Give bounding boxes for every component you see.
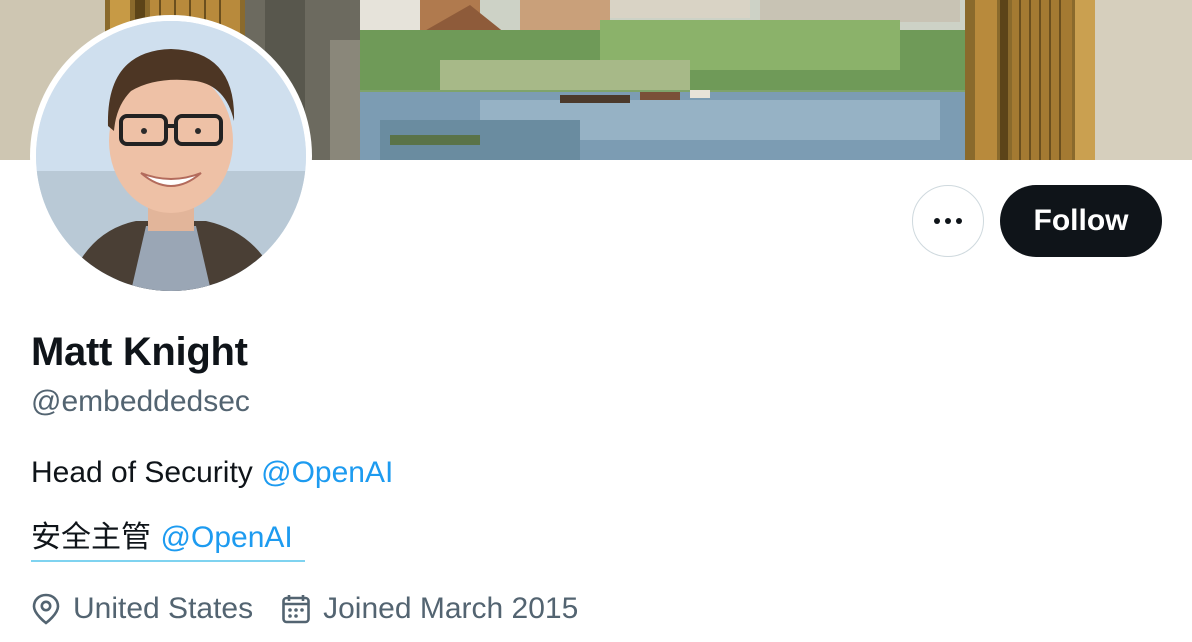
location-pin-icon [32,593,60,625]
bio-text-cjk: 安全主管 [31,520,161,555]
more-horizontal-icon [934,218,962,224]
bio-line-1: Head of Security @OpenAI [31,456,393,490]
follow-button[interactable]: Follow [1000,185,1162,257]
joined-date-text: Joined March 2015 [323,592,579,625]
profile-page: Follow Matt Knight @embeddedsec Head of … [0,0,1192,642]
calendar-icon [282,595,310,624]
location-item: United States [31,592,253,626]
display-name: Matt Knight [31,330,248,374]
location-text: United States [73,592,254,625]
mention-link[interactable]: @OpenAI [161,521,293,554]
avatar-portrait [36,21,306,291]
profile-meta-row: United States Joined March 2015 [31,592,606,626]
user-handle: @embeddedsec [31,385,250,418]
avatar-photo [36,21,306,291]
more-options-button[interactable] [912,185,984,257]
mention-link[interactable]: @OpenAI [261,456,393,489]
profile-avatar[interactable] [30,15,312,297]
joined-item: Joined March 2015 [281,592,578,626]
bio-text: Head of Security [31,456,262,489]
bio-line-2: 安全主管 @OpenAI [31,512,305,562]
